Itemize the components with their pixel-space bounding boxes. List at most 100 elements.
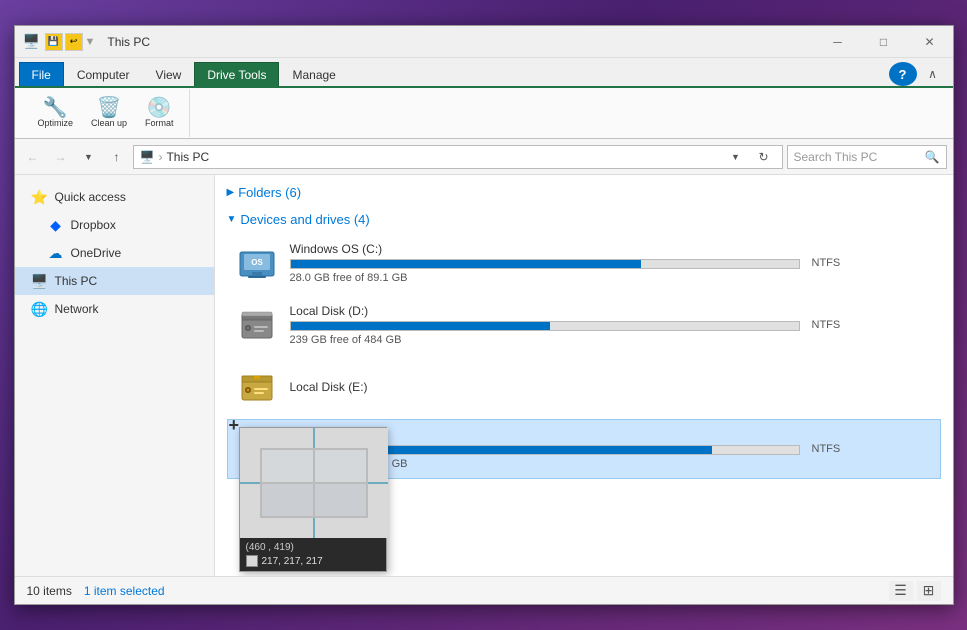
zoom-info: (460 , 419) 217, 217, 217 — [240, 538, 386, 571]
ribbon-tab-row: File Computer View Drive Tools Manage ? … — [15, 58, 953, 86]
folders-section-header[interactable]: ▶ Folders (6) — [215, 179, 953, 206]
ribbon-collapse-button[interactable]: ∧ — [921, 62, 945, 86]
svg-text:OS: OS — [251, 258, 263, 267]
save-tb-icon[interactable]: 💾 — [45, 33, 63, 51]
refresh-button[interactable]: ↻ — [752, 145, 776, 169]
optimize-icon: 🔧 — [43, 98, 68, 118]
recent-locations-button[interactable]: ▼ — [77, 145, 101, 169]
zoom-cell-tr — [314, 449, 367, 483]
zoom-grid — [260, 448, 368, 518]
address-box[interactable]: 🖥️ › This PC ▼ ↻ — [133, 145, 783, 169]
quick-access-toolbar: 💾 ↩ ▼ — [45, 33, 96, 51]
up-button[interactable]: ↑ — [105, 145, 129, 169]
status-right: ☰ ⊞ — [889, 581, 941, 601]
drive-e[interactable]: Local Disk (E:) — [227, 357, 941, 417]
tab-file[interactable]: File — [19, 62, 64, 86]
maximize-button[interactable]: □ — [861, 26, 907, 58]
format-button[interactable]: 💿 Format — [138, 95, 181, 131]
ribbon-right: ? ∧ — [349, 62, 949, 86]
ribbon-body: 🔧 Optimize 🗑️ Clean up 💿 Format — [15, 86, 953, 138]
drive-c-name: Windows OS (C:) — [290, 242, 800, 256]
address-dropdown-button[interactable]: ▼ — [724, 145, 748, 169]
minimize-button[interactable]: ─ — [815, 26, 861, 58]
zoom-cell-bl — [261, 483, 314, 517]
ribbon-help-button[interactable]: ? — [889, 62, 917, 86]
forward-button[interactable]: → — [49, 145, 73, 169]
tab-manage[interactable]: Manage — [279, 62, 348, 86]
this-pc-icon: 🖥️ — [31, 273, 49, 290]
onedrive-icon: ☁ — [47, 245, 65, 262]
cursor-plus-indicator: + — [229, 415, 240, 436]
cleanup-button[interactable]: 🗑️ Clean up — [84, 95, 134, 131]
tab-drive-tools[interactable]: Drive Tools — [194, 62, 279, 86]
sidebar-label-quick-access: Quick access — [55, 190, 126, 204]
zoom-overlay: (460 , 419) 217, 217, 217 — [239, 427, 387, 572]
sidebar-label-network: Network — [55, 302, 99, 316]
status-bar: 10 items 1 item selected ☰ ⊞ — [15, 576, 953, 604]
zoom-color-label: 217, 217, 217 — [262, 556, 323, 567]
sidebar-label-this-pc: This PC — [55, 274, 98, 288]
main-content: ⭐ Quick access ◆ Dropbox ☁ OneDrive 🖥️ T… — [15, 175, 953, 576]
drive-c[interactable]: OS Windows OS (C:) 28.0 GB free of 89.1 … — [227, 233, 941, 293]
status-left: 10 items 1 item selected — [27, 584, 165, 598]
drive-c-fs: NTFS — [812, 257, 932, 269]
drive-c-fs-col: NTFS — [812, 257, 932, 269]
optimize-button[interactable]: 🔧 Optimize — [31, 95, 81, 131]
tb-dropdown[interactable]: ▼ — [85, 36, 96, 48]
search-box[interactable]: Search This PC 🔍 — [787, 145, 947, 169]
sidebar-item-onedrive[interactable]: ☁ OneDrive — [15, 239, 214, 267]
drive-c-bar — [291, 260, 642, 268]
undo-tb-icon[interactable]: ↩ — [65, 33, 83, 51]
close-button[interactable]: ✕ — [907, 26, 953, 58]
large-icons-view-button[interactable]: ⊞ — [917, 581, 941, 601]
drive-d-info: Local Disk (D:) 239 GB free of 484 GB — [290, 304, 800, 346]
drive-g-fs-col: NTFS — [812, 443, 932, 455]
tab-view[interactable]: View — [143, 62, 195, 86]
address-bar: ← → ▼ ↑ 🖥️ › This PC ▼ ↻ Search This PC … — [15, 139, 953, 175]
ribbon-group-manage: 🔧 Optimize 🗑️ Clean up 💿 Format — [23, 89, 190, 137]
selected-count[interactable]: 1 item selected — [84, 584, 165, 598]
sidebar-item-this-pc[interactable]: 🖥️ This PC — [15, 267, 214, 295]
search-placeholder: Search This PC — [794, 150, 921, 164]
cleanup-icon: 🗑️ — [97, 98, 122, 118]
drive-g-fs: NTFS — [812, 443, 932, 455]
details-view-button[interactable]: ☰ — [889, 581, 913, 601]
drive-c-info: Windows OS (C:) 28.0 GB free of 89.1 GB — [290, 242, 800, 284]
drive-e-icon — [238, 368, 276, 406]
back-button[interactable]: ← — [21, 145, 45, 169]
devices-section-label: Devices and drives (4) — [240, 212, 369, 227]
sidebar-label-onedrive: OneDrive — [71, 246, 122, 260]
tab-computer[interactable]: Computer — [64, 62, 143, 86]
drive-d-fs: NTFS — [812, 319, 932, 331]
devices-toggle-icon: ▼ — [227, 214, 237, 225]
title-bar: 🖥️ 💾 ↩ ▼ This PC ─ □ ✕ — [15, 26, 953, 58]
drive-d[interactable]: Local Disk (D:) 239 GB free of 484 GB NT… — [227, 295, 941, 355]
sidebar-item-dropbox[interactable]: ◆ Dropbox — [15, 211, 214, 239]
sidebar-item-quick-access[interactable]: ⭐ Quick access — [15, 183, 214, 211]
breadcrumb-pc-icon: 🖥️ — [140, 150, 155, 164]
network-icon: 🌐 — [31, 301, 49, 318]
folders-toggle-icon: ▶ — [227, 187, 235, 198]
drive-c-free: 28.0 GB free of 89.1 GB — [290, 272, 800, 284]
folders-section-label: Folders (6) — [238, 185, 301, 200]
window-icon: 🖥️ — [23, 33, 41, 50]
drive-c-icon: OS — [238, 244, 276, 282]
zoom-color-swatch — [246, 555, 258, 567]
window-title: This PC — [99, 26, 806, 58]
drive-d-icon — [238, 306, 276, 344]
drive-d-free: 239 GB free of 484 GB — [290, 334, 800, 346]
window-controls: ─ □ ✕ — [815, 26, 953, 57]
zoom-cell-tl — [261, 449, 314, 483]
sidebar-label-dropbox: Dropbox — [71, 218, 116, 232]
sidebar-item-network[interactable]: 🌐 Network — [15, 295, 214, 323]
drive-c-icon-wrap: OS — [236, 242, 278, 284]
zoom-color-row: 217, 217, 217 — [246, 555, 380, 567]
explorer-window: 🖥️ 💾 ↩ ▼ This PC ─ □ ✕ File Computer Vie… — [14, 25, 954, 605]
drive-d-bar — [291, 322, 550, 330]
drive-c-bar-wrap — [290, 259, 800, 269]
sidebar: ⭐ Quick access ◆ Dropbox ☁ OneDrive 🖥️ T… — [15, 175, 215, 576]
drive-d-fs-col: NTFS — [812, 319, 932, 331]
devices-section-header[interactable]: ▼ Devices and drives (4) — [215, 206, 953, 233]
drive-d-bar-wrap — [290, 321, 800, 331]
zoom-canvas — [240, 428, 388, 538]
